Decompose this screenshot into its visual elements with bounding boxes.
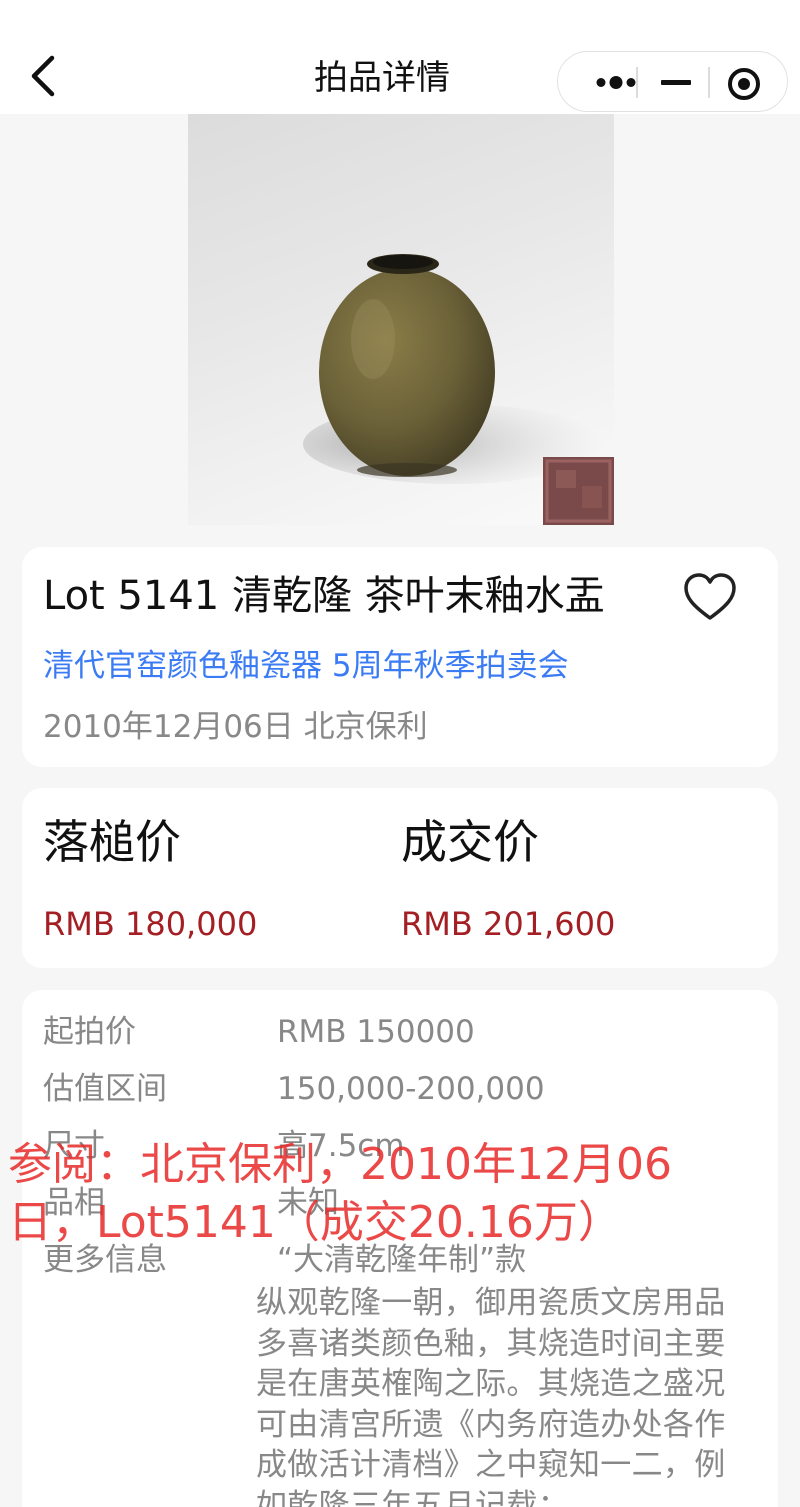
lot-photo[interactable] — [188, 114, 614, 525]
detail-label: 品相 — [43, 1185, 105, 1221]
final-price-value: RMB 201,600 — [401, 905, 616, 943]
minimize-icon — [661, 80, 691, 85]
more-dots-icon — [596, 76, 636, 89]
sale-date-house: 2010年12月06日 北京保利 — [43, 709, 428, 745]
detail-value: 未知 — [277, 1185, 339, 1221]
hammer-price-label: 落槌价 — [43, 815, 181, 869]
navigation-bar: 拍品详情 — [0, 0, 800, 114]
lot-detail-page: 拍品详情 Lot 5141 清乾隆 茶叶末釉水盂 清代官窑颜色釉瓷器 5周年秋季… — [0, 0, 800, 1507]
close-button[interactable] — [712, 52, 782, 113]
capsule-divider — [636, 67, 638, 98]
hammer-price-value: RMB 180,000 — [43, 905, 258, 943]
favorite-button[interactable] — [682, 571, 738, 625]
mini-program-capsule — [557, 51, 788, 112]
price-card: 落槌价 RMB 180,000 成交价 RMB 201,600 — [22, 788, 778, 968]
detail-value: RMB 150000 — [277, 1014, 475, 1050]
detail-value: “大清乾隆年制”款 — [277, 1242, 527, 1278]
capsule-divider — [708, 67, 710, 98]
lot-description: 纵观乾隆一朝，御用瓷质文房用品 多喜诸类颜色釉，其烧造时间主要 是在唐英榷陶之际… — [256, 1285, 726, 1507]
target-close-icon — [728, 68, 760, 100]
water-pot-image — [303, 254, 614, 525]
detail-label: 尺寸 — [43, 1128, 105, 1164]
detail-value: 150,000-200,000 — [277, 1071, 545, 1107]
final-price-label: 成交价 — [401, 815, 539, 869]
detail-label: 更多信息 — [43, 1242, 167, 1278]
auction-sale-link[interactable]: 清代官窑颜色釉瓷器 5周年秋季拍卖会 — [43, 647, 569, 685]
lot-detail-card: 起拍价 RMB 150000 估值区间 150,000-200,000 尺寸 高… — [22, 990, 778, 1507]
more-button[interactable] — [574, 52, 644, 113]
lot-info-card: Lot 5141 清乾隆 茶叶末釉水盂 清代官窑颜色釉瓷器 5周年秋季拍卖会 2… — [22, 547, 778, 767]
minimize-button[interactable] — [648, 52, 708, 113]
detail-label: 估值区间 — [43, 1071, 167, 1107]
lot-title: Lot 5141 清乾隆 茶叶末釉水盂 — [43, 573, 605, 619]
detail-label: 起拍价 — [43, 1014, 136, 1050]
heart-outline-icon — [684, 573, 736, 620]
detail-value: 高7.5cm — [277, 1128, 405, 1164]
